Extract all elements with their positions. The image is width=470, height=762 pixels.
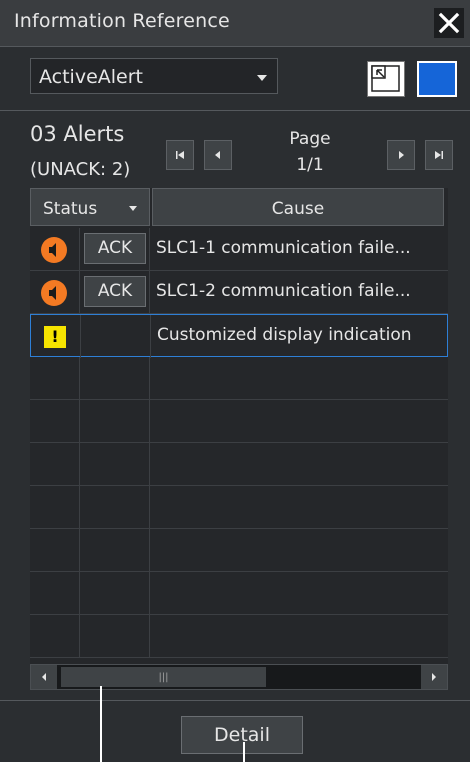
prev-page-button[interactable] (204, 140, 232, 170)
first-page-icon (176, 151, 184, 159)
scroll-left-icon (42, 673, 46, 681)
close-icon (438, 12, 460, 34)
maximize-view-button[interactable] (417, 61, 457, 97)
empty-row (30, 615, 448, 658)
caution-icon: ! (44, 326, 66, 348)
scroll-left-button[interactable] (31, 665, 57, 689)
restore-view-button[interactable] (367, 61, 405, 97)
empty-row (30, 357, 448, 400)
status-column-header[interactable]: Status (30, 188, 150, 226)
callout-line (100, 686, 102, 762)
page-number: 1/1 (296, 155, 324, 175)
scroll-right-button[interactable] (421, 665, 447, 689)
scroll-thumb[interactable]: ||| (61, 667, 266, 687)
alert-cause: SLC1-1 communication faile... (156, 238, 411, 258)
divider (0, 110, 470, 111)
empty-row (30, 529, 448, 572)
last-page-icon (435, 151, 443, 159)
alert-filter-dropdown[interactable]: ActiveAlert (30, 58, 278, 94)
page-label: Page (289, 129, 331, 149)
scroll-right-icon (432, 673, 436, 681)
close-button[interactable] (434, 8, 464, 38)
cause-header-label: Cause (271, 199, 325, 219)
alert-count: 03 Alerts (30, 122, 125, 146)
alert-speaker-icon (41, 237, 67, 263)
detail-button[interactable]: Detail (181, 716, 303, 754)
sort-arrow-icon (129, 206, 137, 211)
alert-speaker-icon (41, 280, 67, 306)
status-header-label: Status (43, 199, 98, 219)
alert-filter-value: ActiveAlert (39, 66, 143, 88)
alert-table: Status Cause ACK SLC1-1 communication fa… (30, 188, 448, 690)
divider (0, 700, 470, 701)
empty-row (30, 486, 448, 529)
alert-cause: SLC1-2 communication faile... (156, 281, 411, 301)
window-title: Information Reference (14, 10, 230, 32)
ack-button[interactable]: ACK (84, 233, 146, 264)
window-restore-icon (371, 65, 400, 92)
ack-button[interactable]: ACK (84, 276, 146, 307)
unack-count: (UNACK: 2) (30, 159, 131, 180)
empty-row (30, 443, 448, 486)
callout-line (243, 742, 245, 762)
last-page-button[interactable] (425, 140, 453, 170)
empty-row (30, 400, 448, 443)
table-row-selected[interactable]: ! Customized display indication (30, 314, 448, 358)
prev-page-icon (215, 151, 220, 159)
title-bar: Information Reference (0, 0, 470, 47)
table-row[interactable]: ACK SLC1-1 communication faile... (30, 228, 448, 271)
first-page-button[interactable] (166, 140, 194, 170)
information-reference-panel: Information Reference ActiveAlert 03 Ale… (0, 0, 470, 762)
alert-cause: Customized display indication (157, 325, 412, 345)
horizontal-scrollbar[interactable]: ||| (30, 664, 448, 690)
table-row[interactable]: ACK SLC1-2 communication faile... (30, 271, 448, 314)
cause-column-header[interactable]: Cause (152, 188, 444, 226)
chevron-down-icon (257, 75, 267, 81)
next-page-icon (399, 151, 404, 159)
next-page-button[interactable] (387, 140, 415, 170)
empty-row (30, 572, 448, 615)
